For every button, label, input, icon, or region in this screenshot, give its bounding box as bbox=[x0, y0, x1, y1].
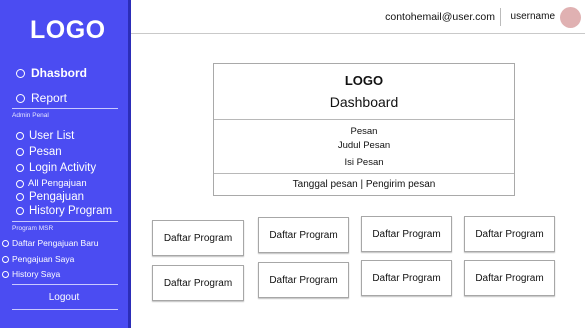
sidebar: LOGO Dhasbord Report Admin Penal User Li… bbox=[0, 0, 131, 328]
radio-icon bbox=[16, 179, 24, 188]
sidebar-item-all-pengajuan[interactable]: All Pengajuan bbox=[5, 178, 87, 189]
radio-icon bbox=[16, 164, 24, 172]
radio-icon bbox=[16, 68, 25, 78]
top-bar: contohemail@user.com username bbox=[131, 0, 585, 34]
sidebar-item-label: All Pengajuan bbox=[28, 178, 87, 189]
card-logo: LOGO bbox=[344, 73, 384, 88]
sidebar-item-history-program[interactable]: History Program bbox=[5, 205, 112, 217]
message-title: Judul Pesan bbox=[337, 140, 391, 151]
sidebar-divider bbox=[12, 309, 118, 310]
sidebar-item-label: History Program bbox=[29, 205, 113, 217]
program-button[interactable]: Daftar Program bbox=[464, 260, 555, 296]
user-name[interactable]: username bbox=[511, 11, 555, 22]
sidebar-item-history-saya[interactable]: History Saya bbox=[2, 269, 60, 279]
sidebar-item-user-list[interactable]: User List bbox=[5, 130, 74, 142]
sidebar-item-label: Pengajuan Saya bbox=[12, 254, 75, 264]
program-button[interactable]: Daftar Program bbox=[464, 216, 555, 252]
sidebar-item-label: Dhasbord bbox=[31, 66, 88, 80]
sidebar-divider bbox=[12, 221, 118, 222]
radio-icon bbox=[2, 270, 9, 278]
radio-icon bbox=[2, 239, 9, 247]
program-button[interactable]: Daftar Program bbox=[361, 216, 452, 252]
logout-button[interactable]: Logout bbox=[0, 292, 128, 303]
sidebar-item-daftar-pengajuan-baru[interactable]: Daftar Pengajuan Baru bbox=[2, 238, 98, 248]
admin-section-label: Admin Penal bbox=[12, 112, 49, 119]
sidebar-divider bbox=[12, 284, 118, 285]
program-section-label: Program MSR bbox=[12, 225, 54, 232]
avatar[interactable] bbox=[560, 7, 581, 28]
radio-icon bbox=[2, 255, 9, 263]
sidebar-item-dashboard[interactable]: Dhasbord bbox=[5, 66, 87, 80]
sidebar-item-label: Daftar Pengajuan Baru bbox=[12, 238, 99, 248]
radio-icon bbox=[16, 93, 25, 103]
sidebar-divider bbox=[12, 108, 118, 109]
program-button[interactable]: Daftar Program bbox=[258, 217, 349, 253]
message-meta: Tanggal pesan | Pengirim pesan bbox=[292, 179, 436, 190]
program-button[interactable]: Daftar Program bbox=[152, 220, 244, 256]
sidebar-item-label: Login Activity bbox=[29, 162, 97, 174]
sidebar-item-label: History Saya bbox=[12, 269, 61, 279]
sidebar-item-label: Report bbox=[31, 91, 68, 105]
sidebar-item-label: User List bbox=[29, 130, 75, 142]
sidebar-item-pesan[interactable]: Pesan bbox=[5, 146, 62, 158]
sidebar-logo: LOGO bbox=[30, 16, 106, 44]
radio-icon bbox=[16, 132, 24, 140]
radio-icon bbox=[16, 207, 24, 215]
dashboard-card: LOGO Dashboard Pesan Judul Pesan Isi Pes… bbox=[213, 63, 515, 196]
sidebar-item-label: Pesan bbox=[29, 146, 62, 158]
sidebar-item-login-activity[interactable]: Login Activity bbox=[5, 162, 96, 174]
radio-icon bbox=[16, 148, 24, 156]
user-email: contohemail@user.com bbox=[385, 11, 495, 23]
program-button[interactable]: Daftar Program bbox=[258, 262, 349, 298]
sidebar-item-pengajuan[interactable]: Pengajuan bbox=[5, 191, 84, 203]
message-body: Isi Pesan bbox=[344, 157, 384, 168]
program-button[interactable]: Daftar Program bbox=[152, 265, 244, 301]
sidebar-item-pengajuan-saya[interactable]: Pengajuan Saya bbox=[2, 254, 74, 264]
card-divider bbox=[214, 173, 514, 174]
sidebar-item-report[interactable]: Report bbox=[5, 91, 67, 105]
page-title: Dashboard bbox=[329, 94, 399, 110]
sidebar-item-label: Pengajuan bbox=[29, 191, 84, 203]
card-divider bbox=[214, 119, 514, 120]
header-separator bbox=[500, 8, 501, 26]
radio-icon bbox=[16, 193, 24, 201]
program-button[interactable]: Daftar Program bbox=[361, 260, 452, 296]
message-label: Pesan bbox=[350, 126, 378, 137]
